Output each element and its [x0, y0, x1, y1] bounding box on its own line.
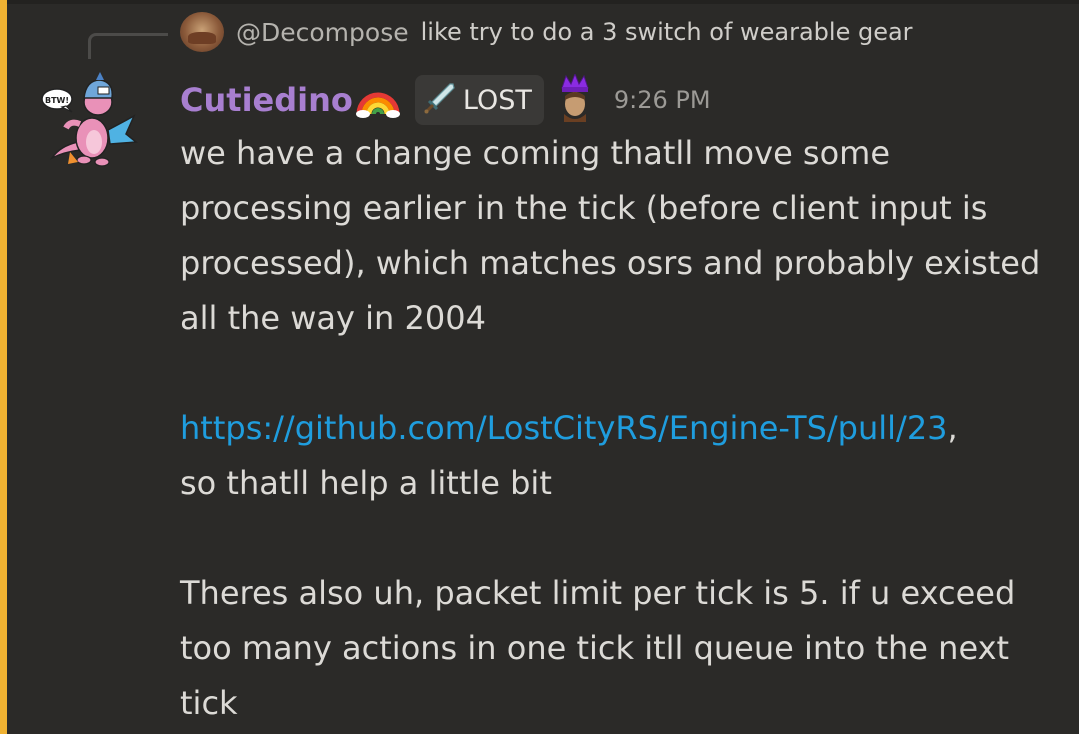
username[interactable]: Cutiedino: [180, 81, 353, 119]
top-divider: [7, 0, 1079, 4]
timestamp[interactable]: 9:26 PM: [614, 86, 711, 114]
message-body: we have a change coming thatll move some…: [180, 126, 1060, 731]
message-link[interactable]: https://github.com/LostCityRS/Engine-TS/…: [180, 409, 948, 447]
rainbow-icon: [355, 78, 401, 122]
reply-author[interactable]: @Decompose: [236, 18, 409, 47]
crown-icon: [558, 72, 592, 126]
reply-avatar[interactable]: [180, 12, 224, 52]
message-paragraph-2: https://github.com/LostCityRS/Engine-TS/…: [180, 401, 1060, 511]
reply-connector: [88, 33, 168, 59]
message-paragraph-1: we have a change coming thatll move some…: [180, 134, 1041, 337]
mention-highlight-bar: [0, 0, 7, 734]
message-paragraph-2-text: so thatll help a little bit: [180, 464, 552, 502]
reply-text[interactable]: like try to do a 3 switch of wearable ge…: [421, 18, 913, 46]
reply-preview[interactable]: @Decompose like try to do a 3 switch of …: [180, 12, 913, 52]
link-suffix: ,: [947, 409, 958, 447]
avatar-bubble-text: BTW!: [45, 96, 69, 105]
avatar[interactable]: BTW!: [40, 72, 140, 172]
message-paragraph-3: Theres also uh, packet limit per tick is…: [180, 574, 1016, 722]
tag-label: LOST: [462, 84, 532, 116]
sword-icon: [423, 81, 457, 119]
server-tag[interactable]: LOST: [414, 75, 544, 125]
message-header: Cutiedino LOST 9:26 PM: [180, 70, 711, 130]
